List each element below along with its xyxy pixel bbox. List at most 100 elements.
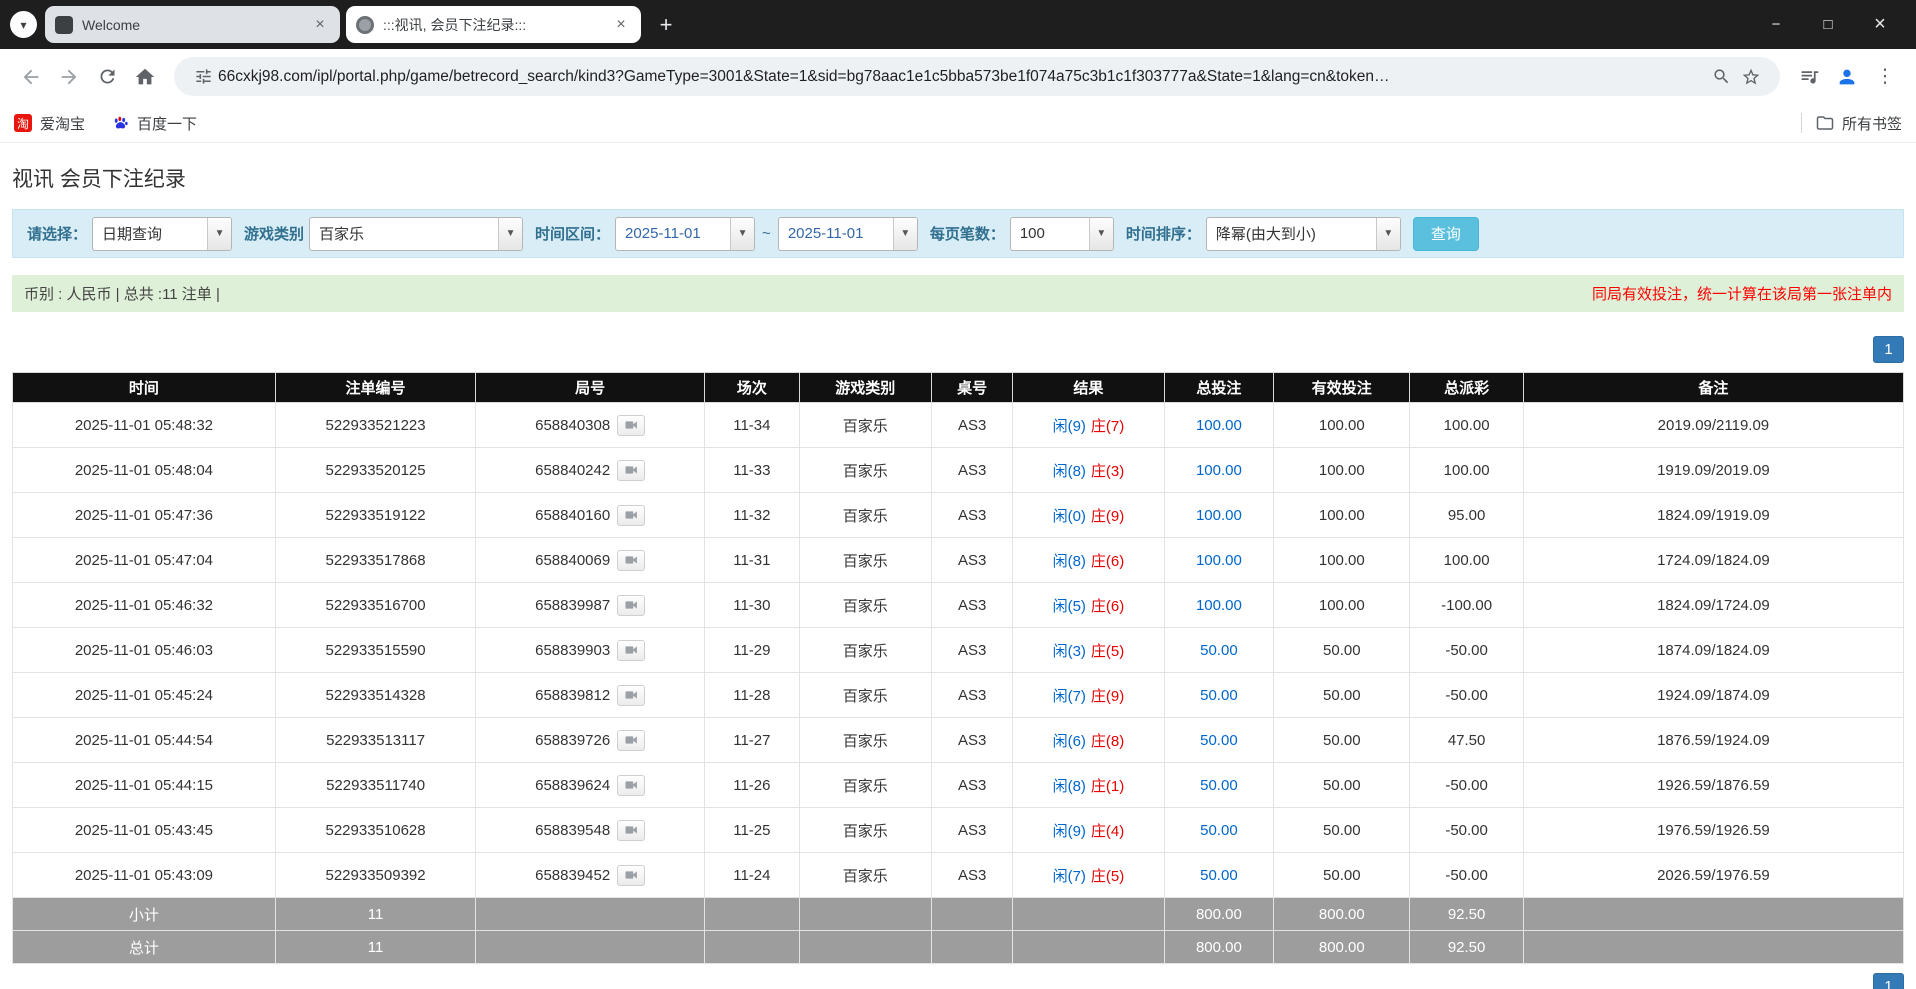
video-replay-button[interactable] [617, 685, 645, 706]
browser-menu-button[interactable]: ⋮ [1866, 58, 1904, 96]
tab-close-icon[interactable]: × [611, 15, 631, 35]
camera-icon [624, 869, 639, 881]
page-size-select[interactable]: 100 ▼ [1010, 217, 1114, 251]
bookmarks-bar: 淘 爱淘宝 百度一下 所有书签 [0, 104, 1916, 143]
cell-time: 2025-11-01 05:46:03 [13, 628, 276, 673]
video-replay-button[interactable] [617, 640, 645, 661]
cell-bet-id: 522933514328 [275, 673, 475, 718]
cell-game-type: 百家乐 [799, 673, 931, 718]
chevron-down-icon[interactable]: ▼ [730, 218, 754, 250]
camera-icon [624, 644, 639, 656]
site-info-icon[interactable] [188, 62, 218, 92]
camera-icon [624, 779, 639, 791]
video-replay-button[interactable] [617, 415, 645, 436]
camera-icon [624, 689, 639, 701]
date-to-select[interactable]: 2025-11-01 ▼ [778, 217, 918, 251]
cell-result: 闲(9)庄(7) [1013, 403, 1164, 448]
payout-cell: -50.00 [1410, 763, 1523, 808]
payout-cell: -100.00 [1410, 583, 1523, 628]
total-bet-link[interactable]: 50.00 [1200, 732, 1238, 749]
close-button[interactable]: × [1854, 7, 1906, 43]
total-bet-link[interactable]: 100.00 [1196, 417, 1242, 434]
maximize-button[interactable]: □ [1802, 7, 1854, 43]
video-replay-button[interactable] [617, 550, 645, 571]
address-bar[interactable]: 66cxkj98.com/ipl/portal.php/game/betreco… [174, 57, 1780, 96]
cell-bet-id: 522933516700 [275, 583, 475, 628]
url-text[interactable]: 66cxkj98.com/ipl/portal.php/game/betreco… [218, 68, 1706, 86]
player-result: 闲(7) [1053, 688, 1086, 705]
minimize-button[interactable]: − [1750, 7, 1802, 43]
player-result: 闲(8) [1053, 463, 1086, 480]
tab-welcome[interactable]: Welcome × [45, 6, 340, 43]
cell-note: 2019.09/2119.09 [1523, 403, 1903, 448]
tab-list-button[interactable]: ▾ [10, 11, 37, 38]
tab-close-icon[interactable]: × [310, 15, 330, 35]
reload-button[interactable] [88, 58, 126, 96]
video-replay-button[interactable] [617, 730, 645, 751]
payout-cell: -50.00 [1410, 628, 1523, 673]
banker-result: 庄(3) [1091, 463, 1124, 480]
game-type-select[interactable]: 百家乐 ▼ [309, 217, 523, 251]
payout-cell: -50.00 [1410, 808, 1523, 853]
window-controls: − □ × [1750, 7, 1906, 43]
chevron-down-icon[interactable]: ▼ [893, 218, 917, 250]
chevron-down-icon[interactable]: ▼ [1089, 218, 1113, 250]
video-replay-button[interactable] [617, 505, 645, 526]
cell-result: 闲(7)庄(5) [1013, 853, 1164, 898]
date-from-select[interactable]: 2025-11-01 ▼ [615, 217, 755, 251]
video-replay-button[interactable] [617, 460, 645, 481]
total-bet-link[interactable]: 100.00 [1196, 507, 1242, 524]
cell-session: 11-24 [705, 853, 800, 898]
forward-button[interactable] [50, 58, 88, 96]
cell-time: 2025-11-01 05:43:09 [13, 853, 276, 898]
cell-time: 2025-11-01 05:44:54 [13, 718, 276, 763]
cell-result: 闲(7)庄(9) [1013, 673, 1164, 718]
round-number: 658840069 [535, 552, 610, 569]
chevron-down-icon[interactable]: ▼ [1376, 218, 1400, 250]
bookmark-aitaobao[interactable]: 淘 爱淘宝 [14, 113, 85, 134]
media-controls-button[interactable] [1790, 58, 1828, 96]
cell-result: 闲(5)庄(6) [1013, 583, 1164, 628]
video-replay-button[interactable] [617, 865, 645, 886]
video-replay-button[interactable] [617, 820, 645, 841]
chevron-down-icon[interactable]: ▼ [498, 218, 522, 250]
chevron-down-icon[interactable]: ▼ [207, 218, 231, 250]
cell-time: 2025-11-01 05:46:32 [13, 583, 276, 628]
cell-round: 658840160 [476, 493, 705, 538]
profile-button[interactable] [1828, 58, 1866, 96]
zoom-icon[interactable] [1706, 62, 1736, 92]
all-bookmarks-button[interactable]: 所有书签 [1816, 113, 1902, 134]
payout-cell: 100.00 [1410, 538, 1523, 583]
cell-table: AS3 [931, 853, 1012, 898]
total-bet-link[interactable]: 100.00 [1196, 552, 1242, 569]
bookmark-star-icon[interactable] [1736, 62, 1766, 92]
new-tab-button[interactable]: + [651, 10, 681, 40]
total-bet-link[interactable]: 50.00 [1200, 687, 1238, 704]
total-bet-link[interactable]: 100.00 [1196, 597, 1242, 614]
page-1-button[interactable]: 1 [1873, 336, 1904, 363]
page-1-button-bottom[interactable]: 1 [1873, 973, 1904, 989]
sort-select[interactable]: 降幂(由大到小) ▼ [1206, 217, 1401, 251]
chevron-down-icon: ▾ [20, 18, 26, 32]
cell-table: AS3 [931, 448, 1012, 493]
cell-game-type: 百家乐 [799, 493, 931, 538]
total-bet-link[interactable]: 50.00 [1200, 867, 1238, 884]
total-count: 11 [275, 931, 475, 964]
total-bet-link[interactable]: 50.00 [1200, 822, 1238, 839]
back-button[interactable] [12, 58, 50, 96]
query-type-select[interactable]: 日期查询 ▼ [92, 217, 232, 251]
table-row: 2025-11-01 05:44:54 522933513117 6588397… [13, 718, 1904, 763]
total-bet-link[interactable]: 50.00 [1200, 777, 1238, 794]
home-button[interactable] [126, 58, 164, 96]
bet-records-table: 时间 注单编号 局号 场次 游戏类别 桌号 结果 总投注 有效投注 总派彩 备注… [12, 372, 1904, 964]
taobao-icon: 淘 [14, 114, 32, 132]
video-replay-button[interactable] [617, 775, 645, 796]
total-bet-link[interactable]: 100.00 [1196, 462, 1242, 479]
tab-betrecord[interactable]: :::视讯, 会员下注纪录::: × [346, 6, 641, 43]
bookmark-baidu[interactable]: 百度一下 [111, 113, 197, 134]
search-button[interactable]: 查询 [1413, 217, 1479, 251]
profile-avatar-icon [1836, 66, 1858, 88]
total-bet-link[interactable]: 50.00 [1200, 642, 1238, 659]
banker-result: 庄(5) [1091, 643, 1124, 660]
video-replay-button[interactable] [617, 595, 645, 616]
